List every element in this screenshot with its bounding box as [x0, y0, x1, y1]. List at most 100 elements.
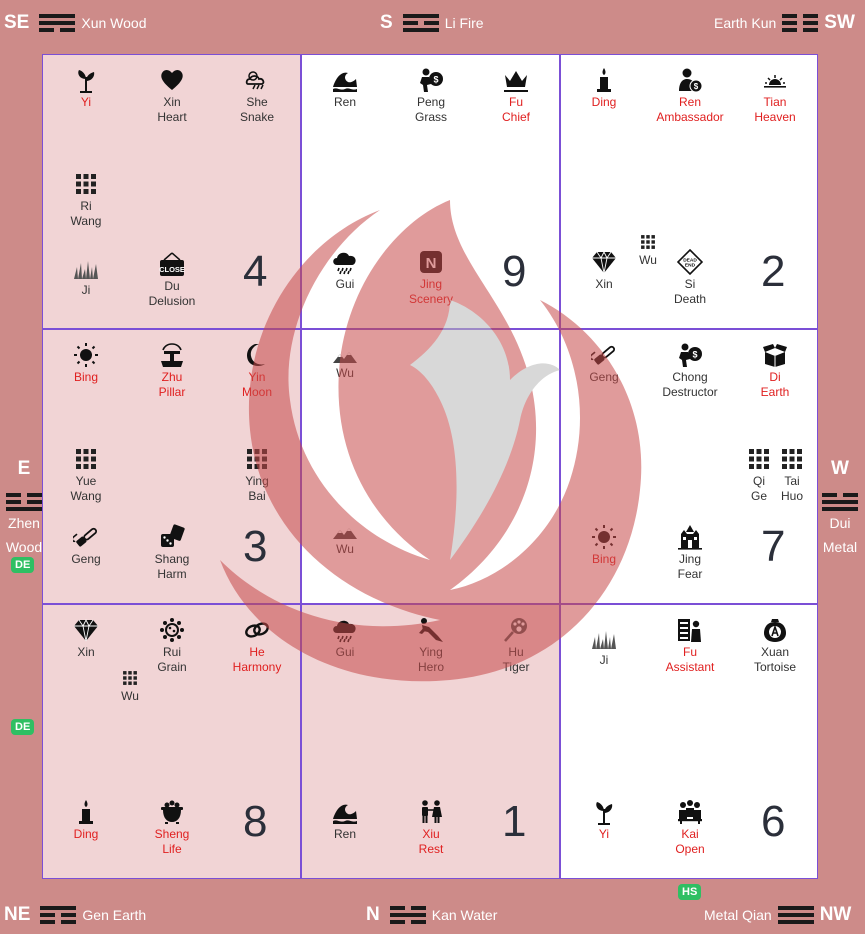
deity-xin: Xin Heart: [137, 67, 207, 125]
palace-8[interactable]: Xin Rui Grain He Harmony Wu Ding Sheng L…: [42, 604, 301, 879]
stem-xin: Xin: [569, 249, 639, 292]
palace-7[interactable]: Geng $ Chong Destructor Di Earth Qi Ge T…: [560, 329, 818, 604]
stem-yi: Yi: [569, 799, 639, 842]
trigram-icon: [782, 14, 819, 32]
svg-text:CLOSE: CLOSE: [159, 265, 185, 274]
stem-ji: Ji: [569, 625, 639, 668]
qimen-grid: Yi Xin Heart She Snake Ri Wang Ji CLOSE …: [42, 54, 818, 879]
side-label-2: Wood: [5, 539, 43, 555]
door-sheng: Sheng Life: [137, 799, 207, 857]
palace-number: 2: [761, 247, 786, 296]
direction-label: SE: [4, 12, 30, 33]
door-shang: Shang Harm: [137, 524, 207, 582]
group-icon: [678, 800, 702, 824]
corner-se: SE Xun Wood: [4, 12, 146, 34]
corner-label: Xun Wood: [81, 15, 147, 31]
deity-xuan: Xuan Tortoise: [740, 617, 810, 675]
grass-icon: [74, 261, 98, 279]
deity-fu: Fu Chief: [481, 67, 551, 125]
door-si: DEAD END Si Death: [655, 249, 725, 307]
hs-badge: HS: [678, 884, 702, 900]
cauldron-icon: [161, 800, 183, 824]
rings-icon: [245, 622, 269, 638]
door-jing-fear: Jing Fear: [655, 524, 725, 582]
stem-gui: Gui: [310, 249, 380, 292]
palace-1[interactable]: Gui Ying Hero Hu Tiger Ren Xiu Rest 1: [301, 604, 560, 879]
tortoise-icon: [764, 619, 786, 642]
direction-label: S: [380, 12, 393, 33]
wave-icon: [333, 804, 357, 824]
stem-ding: Ding: [569, 67, 639, 110]
chainsaw-icon: [591, 345, 615, 365]
haunted-icon: [678, 525, 702, 550]
svg-text:$: $: [692, 350, 697, 360]
stem-ren: Ren: [310, 67, 380, 110]
svg-text:N: N: [426, 255, 437, 272]
stem-wu-heaven: Wu: [310, 350, 380, 381]
svg-text:$: $: [694, 82, 699, 91]
trigram-icon: [40, 906, 77, 924]
crown-icon: [504, 71, 528, 92]
deity-yin: Yin Moon: [222, 342, 292, 400]
de-badge: DE: [11, 557, 35, 573]
person-money-icon: $: [679, 68, 703, 93]
de-badge: DE: [11, 719, 35, 735]
stem-wu: Wu: [112, 669, 148, 704]
chainsaw-icon: [73, 527, 97, 547]
palace-number: 8: [243, 797, 268, 846]
trigram-icon: [777, 906, 814, 924]
sprout-icon: [596, 802, 613, 825]
palace-2[interactable]: Ding $ Ren Ambassador Tian Heaven Wu Xin…: [560, 54, 818, 329]
stem-bing: Bing: [51, 342, 121, 385]
diamond-icon: [592, 250, 616, 274]
dead-end-icon: DEADEND: [677, 249, 703, 275]
virus-icon: [160, 618, 184, 642]
n-icon: N: [420, 251, 442, 273]
sun-icon: [592, 525, 616, 549]
door-xiu: Xiu Rest: [396, 799, 466, 857]
palace-number: 3: [243, 522, 268, 571]
door-kai: Kai Open: [655, 799, 725, 857]
stem-geng: Geng: [569, 342, 639, 385]
palace-3[interactable]: Bing Zhu Pillar Yin Moon Yue Wang Ying B…: [42, 329, 301, 604]
star-chong: $ Chong Destructor: [655, 342, 725, 400]
trigram-icon: [39, 14, 76, 32]
direction-label: N: [366, 904, 380, 925]
deity-di: Di Earth: [740, 342, 810, 400]
rain-icon: [333, 620, 356, 643]
svg-text:$: $: [433, 75, 438, 85]
palace-number: 9: [502, 247, 527, 296]
stem-ji: Ji: [51, 255, 121, 298]
moon-icon: [247, 344, 265, 367]
star-ying: Ying Bai: [222, 446, 292, 504]
palace-number: 4: [243, 247, 268, 296]
trigram-icon: [402, 14, 439, 32]
stem-xin: Xin: [51, 617, 121, 660]
sprout-icon: [78, 70, 95, 93]
palace-6[interactable]: Ji Fu Assistant Xuan Tortoise Yi Kai Ope…: [560, 604, 818, 879]
fountain-icon: [161, 343, 183, 367]
stem-ding: Ding: [51, 799, 121, 842]
corner-label: Li Fire: [444, 15, 484, 31]
storm-icon: [245, 71, 265, 90]
side-label-1: Dui: [829, 515, 851, 531]
svg-text:END: END: [685, 263, 696, 269]
stem-geng: Geng: [51, 524, 121, 567]
corner-label: Earth Kun: [714, 15, 777, 31]
deity-tian: Tian Heaven: [740, 67, 810, 125]
stem-ren: Ren: [310, 799, 380, 842]
corner-s: S Li Fire: [380, 12, 484, 34]
corner-label: Metal Qian: [704, 907, 772, 923]
family-icon: [422, 800, 442, 823]
thief-icon: $: [679, 343, 702, 367]
corner-ne: NE Gen Earth: [4, 904, 146, 926]
corner-nw: Metal Qian NW: [704, 904, 855, 926]
door-du: CLOSE Du Delusion: [137, 251, 207, 309]
palace-4[interactable]: Yi Xin Heart She Snake Ri Wang Ji CLOSE …: [42, 54, 301, 329]
hero-icon: [419, 618, 443, 642]
side-label-2: Metal: [822, 539, 858, 555]
palace-9[interactable]: Ren $ Peng Grass Fu Chief Gui N Jing Sce…: [301, 54, 560, 329]
grid-icon: [76, 174, 96, 194]
palace-5[interactable]: Wu Wu: [301, 329, 560, 604]
side-label-1: Zhen: [8, 515, 40, 531]
